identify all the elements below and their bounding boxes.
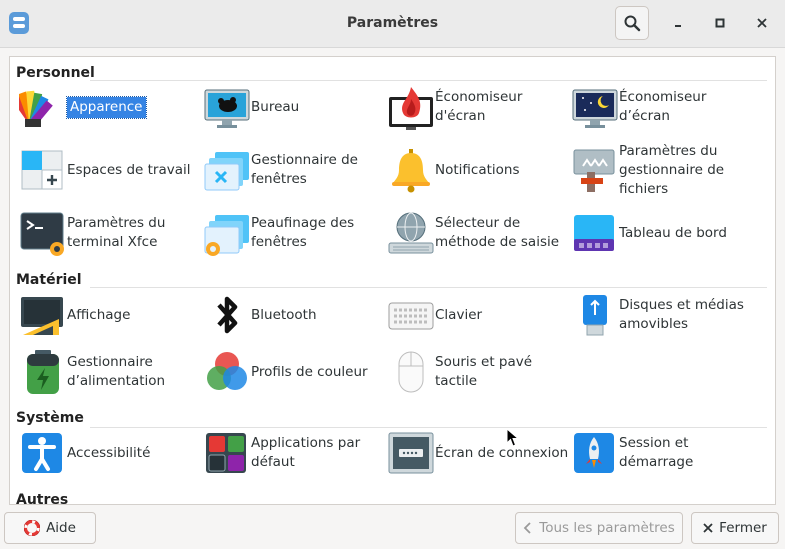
item-label: Bluetooth <box>251 306 317 323</box>
all-settings-label: Tous les paramètres <box>539 520 675 536</box>
item-label: Bureau <box>251 98 300 115</box>
item-gestionnaire-fenetres[interactable]: Gestionnaire de fenêtres <box>203 142 383 198</box>
color-profiles-icon <box>207 352 247 390</box>
footer-bar: Aide Tous les paramètres Fermer <box>0 506 785 549</box>
default-applications-icon <box>206 433 246 473</box>
item-label: Applications par défaut <box>251 435 361 470</box>
title-bar: Paramètres <box>0 0 785 48</box>
accessibility-icon <box>22 433 62 473</box>
minimize-icon <box>675 25 681 27</box>
item-label: Gestionnaire d’alimentation <box>67 354 166 389</box>
item-profils-couleur[interactable]: Profils de couleur <box>203 344 383 400</box>
help-label: Aide <box>46 520 76 536</box>
item-label: Économiseur d'écran <box>435 89 523 124</box>
all-settings-button[interactable]: Tous les paramètres <box>515 512 683 544</box>
close-icon <box>703 523 713 533</box>
desktop-monitor-icon <box>204 89 250 128</box>
screensaver-night-icon <box>572 89 618 128</box>
bell-icon <box>392 149 430 193</box>
close-window-button[interactable] <box>745 6 779 40</box>
panel-icon <box>574 215 614 251</box>
chevron-left-icon <box>523 522 531 534</box>
search-button[interactable] <box>615 6 649 40</box>
input-method-globe-icon <box>388 212 434 254</box>
item-label: Affichage <box>67 306 131 323</box>
search-icon <box>624 15 641 32</box>
window-tweaks-icon <box>204 215 249 256</box>
workspaces-icon <box>21 150 63 190</box>
section-materiel: Matériel <box>16 272 82 288</box>
item-clavier[interactable]: Clavier <box>387 287 567 343</box>
item-label: Paramètres du terminal Xfce <box>67 215 166 250</box>
item-label: Apparence <box>66 95 147 119</box>
close-label: Fermer <box>719 520 767 536</box>
item-applications-defaut[interactable]: Applications par défaut <box>203 425 383 481</box>
mouse-icon <box>398 351 424 393</box>
item-souris[interactable]: Souris et pavé tactile <box>387 344 567 400</box>
item-label: Sélecteur de méthode de saisie <box>435 215 560 250</box>
item-affichage[interactable]: Affichage <box>19 287 199 343</box>
item-label: Espaces de travail <box>67 161 191 178</box>
appearance-palette-icon <box>19 90 53 127</box>
item-label: Accessibilité <box>67 444 151 461</box>
item-espaces[interactable]: Espaces de travail <box>19 142 199 198</box>
close-button[interactable]: Fermer <box>691 512 779 544</box>
item-label: Session et démarrage <box>619 435 694 470</box>
item-label: Paramètres du gestionnaire de fichiers <box>619 142 725 197</box>
item-disques[interactable]: Disques et médias amovibles <box>571 287 751 343</box>
item-notifications[interactable]: Notifications <box>387 142 567 198</box>
settings-panel: Personnel Apparence Bureau Économiseur d… <box>9 56 776 505</box>
item-peaufinage[interactable]: Peaufinage des fenêtres <box>203 205 383 261</box>
item-ecran-connexion[interactable]: Écran de connexion <box>387 425 568 481</box>
item-gestionnaire-fichiers[interactable]: Paramètres du gestionnaire de fichiers <box>571 142 751 198</box>
item-label: Peaufinage des fenêtres <box>251 215 355 250</box>
screensaver-fire-icon <box>389 87 433 130</box>
item-label: Profils de couleur <box>251 363 368 380</box>
bluetooth-icon <box>217 296 238 334</box>
help-button[interactable]: Aide <box>4 512 96 544</box>
usb-drive-icon <box>583 295 607 336</box>
mouse-cursor-icon <box>506 428 520 447</box>
file-manager-settings-icon <box>573 149 615 192</box>
item-selecteur[interactable]: Sélecteur de méthode de saisie <box>387 205 567 261</box>
item-label: Gestionnaire de fenêtres <box>251 152 358 187</box>
close-icon <box>757 18 767 28</box>
minimize-button[interactable] <box>661 6 695 40</box>
terminal-icon <box>20 212 64 256</box>
item-apparence[interactable]: Apparence <box>19 79 199 135</box>
item-tableau-de-bord[interactable]: Tableau de bord <box>571 205 751 261</box>
item-terminal[interactable]: Paramètres du terminal Xfce <box>19 205 199 261</box>
help-lifebuoy-icon <box>24 520 41 536</box>
item-label: Disques et médias amovibles <box>619 297 744 332</box>
item-label: Clavier <box>435 306 483 323</box>
item-label: Notifications <box>435 161 520 178</box>
item-bureau[interactable]: Bureau <box>203 79 383 135</box>
section-autres: Autres <box>16 492 69 505</box>
maximize-icon <box>715 18 725 28</box>
maximize-button[interactable] <box>703 6 737 40</box>
section-systeme: Système <box>16 410 84 426</box>
item-label: Écran de connexion <box>435 444 569 461</box>
item-alimentation[interactable]: Gestionnaire d’alimentation <box>19 344 199 400</box>
item-economiseur-1[interactable]: Économiseur d'écran <box>387 79 567 135</box>
item-session[interactable]: Session et démarrage <box>571 425 751 481</box>
item-label: Souris et pavé tactile <box>435 354 533 389</box>
rocket-icon <box>574 433 614 473</box>
item-economiseur-2[interactable]: Économiseur d’écran <box>571 79 751 135</box>
battery-icon <box>27 350 59 394</box>
item-accessibilite[interactable]: Accessibilité <box>19 425 199 481</box>
login-screen-icon <box>388 432 434 474</box>
item-label: Économiseur d’écran <box>619 89 707 124</box>
item-label: Tableau de bord <box>619 224 727 241</box>
display-icon <box>21 297 63 335</box>
item-bluetooth[interactable]: Bluetooth <box>203 287 383 343</box>
keyboard-icon <box>388 302 434 330</box>
window-manager-icon <box>204 152 249 191</box>
